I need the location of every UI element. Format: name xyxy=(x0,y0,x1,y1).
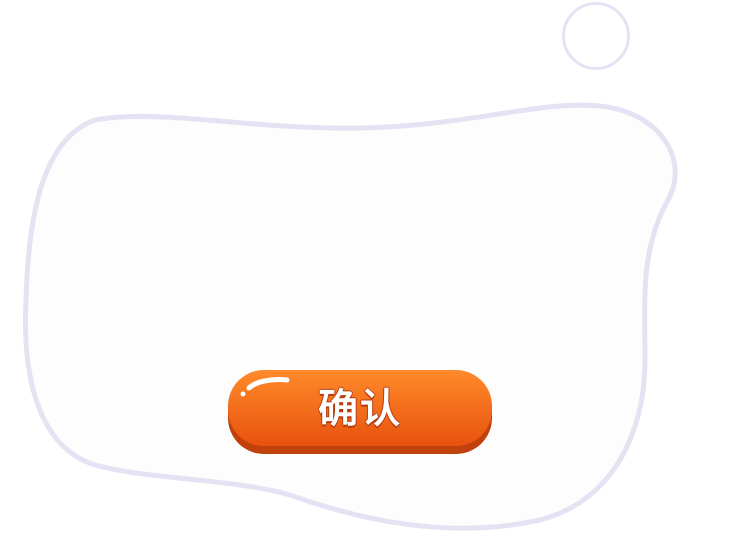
confirm-button-label: 确认 xyxy=(318,386,402,432)
confirm-button[interactable]: 确认 xyxy=(227,368,493,456)
dialog-panel-shape xyxy=(22,102,678,531)
dialog-panel xyxy=(22,102,678,531)
close-button[interactable] xyxy=(562,2,630,70)
dialog-stage: 确认 xyxy=(0,0,750,543)
